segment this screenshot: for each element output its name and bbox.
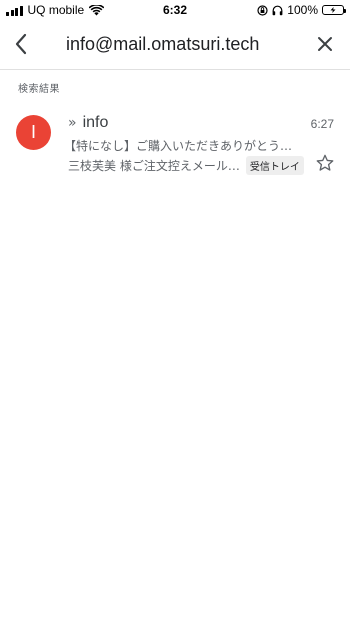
status-bar: UQ mobile 6:32 100% — [0, 0, 350, 20]
close-icon — [318, 37, 332, 51]
sender-name: info — [82, 114, 109, 131]
clear-search-button[interactable] — [313, 32, 337, 56]
status-right: 100% — [257, 3, 346, 17]
back-button[interactable] — [8, 31, 34, 57]
importance-marker-icon: » — [68, 115, 77, 131]
back-arrow-icon — [15, 33, 27, 55]
email-snippet: 三枝芙美 様ご注文控えメール… — [68, 159, 240, 173]
inbox-label-chip: 受信トレイ — [245, 156, 304, 175]
search-header: info@mail.omatsuri.tech — [0, 20, 350, 70]
star-button[interactable] — [314, 152, 336, 174]
battery-charging-icon — [322, 5, 346, 15]
email-subject: 【特になし】ご購入いただきありがとう… — [64, 139, 293, 153]
email-time: 6:27 — [310, 117, 334, 131]
avatar-letter: I — [30, 122, 36, 142]
snippet-line: 三枝芙美 様ご注文控えメール… 受信トレイ — [68, 156, 304, 175]
battery-percent: 100% — [287, 3, 318, 17]
avatar[interactable]: I — [16, 115, 51, 150]
headphones-icon — [272, 5, 283, 15]
email-list-item[interactable]: I » info 6:27 【特になし】ご購入いただきありがとう… 三枝芙美 様… — [0, 108, 350, 180]
star-outline-icon — [316, 154, 334, 171]
orientation-lock-icon — [257, 4, 268, 16]
search-query[interactable]: info@mail.omatsuri.tech — [66, 34, 259, 55]
sender-line: » info — [68, 114, 108, 132]
search-results-label: 検索結果 — [18, 84, 60, 95]
